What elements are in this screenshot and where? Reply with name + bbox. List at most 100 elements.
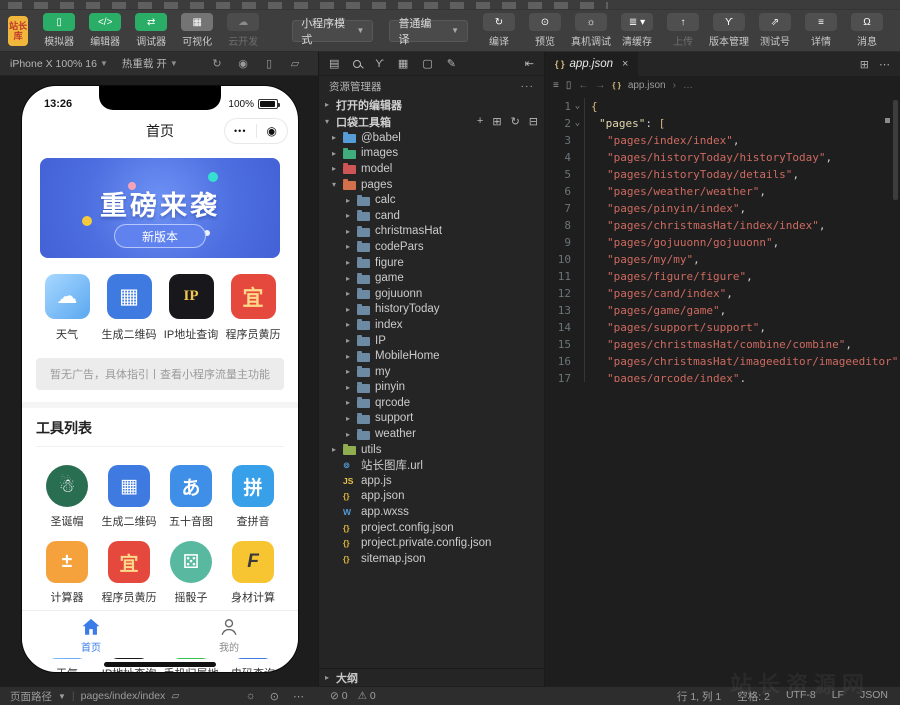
tab-my[interactable]: 我的 bbox=[160, 611, 298, 658]
toolbar-view-button[interactable]: </> 编辑器 bbox=[82, 13, 128, 48]
fold-icon[interactable] bbox=[571, 200, 584, 217]
split-editor-icon[interactable]: ⊞ bbox=[860, 58, 869, 71]
fold-icon[interactable] bbox=[571, 302, 584, 319]
code-area[interactable]: 1 ⌄ { 2 ⌄ "pages": [ 3 "pages/index/inde… bbox=[545, 94, 900, 382]
mode-select[interactable]: 小程序模式 ▼ bbox=[292, 20, 373, 42]
tab-home[interactable]: 首页 bbox=[22, 611, 160, 658]
toolbar-right-button[interactable]: ϒ 版本管理 bbox=[706, 13, 752, 48]
tree-item[interactable]: ▸ figure bbox=[319, 255, 544, 271]
tree-item[interactable]: W app.wxss bbox=[319, 504, 544, 520]
outline-section[interactable]: ▸ 大纲 bbox=[319, 668, 544, 686]
tree-item[interactable]: ▸ utils bbox=[319, 442, 544, 458]
git-branch-icon[interactable]: ϒ bbox=[375, 58, 384, 70]
tree-item[interactable]: ▸ index bbox=[319, 317, 544, 333]
tree-item[interactable]: {} project.private.config.json bbox=[319, 535, 544, 551]
tree-item[interactable]: ▸ historyToday bbox=[319, 302, 544, 318]
fold-icon[interactable]: ⌄ bbox=[571, 98, 584, 115]
page-path-label[interactable]: 页面路径 bbox=[10, 689, 52, 704]
new-folder-icon[interactable]: ⊞ bbox=[492, 115, 501, 128]
tool-grid-item[interactable]: ☃ 圣诞帽 bbox=[36, 465, 98, 529]
fold-icon[interactable] bbox=[571, 234, 584, 251]
quick-grid-item[interactable]: ▦ 生成二维码 bbox=[98, 274, 160, 342]
tool-grid-item[interactable]: F 身材计算 bbox=[222, 541, 284, 605]
project-section[interactable]: ▾ 口袋工具箱 + ⊞ ↻ ⊟ bbox=[319, 113, 544, 130]
fold-icon[interactable]: ⌄ bbox=[571, 115, 584, 132]
fold-icon[interactable] bbox=[571, 149, 584, 166]
more-actions-icon[interactable]: ··· bbox=[521, 80, 535, 92]
tree-item[interactable]: ▸ weather bbox=[319, 426, 544, 442]
screenshot-icon[interactable]: ▱ bbox=[282, 57, 308, 70]
toolbar-action-button[interactable]: ≣ ▾ 清缓存 bbox=[614, 13, 660, 48]
hot-reload-toggle[interactable]: 热重载 开 bbox=[122, 56, 167, 71]
fold-icon[interactable] bbox=[571, 183, 584, 200]
scrollbar[interactable] bbox=[893, 100, 898, 200]
bookmark-icon[interactable]: ▯ bbox=[566, 80, 572, 91]
status-item[interactable]: LF bbox=[832, 689, 844, 704]
tree-item[interactable]: ▸ support bbox=[319, 411, 544, 427]
collapse-sidebar-icon[interactable]: ⇤ bbox=[525, 57, 534, 70]
toolbar-view-button[interactable]: ▯ 模拟器 bbox=[36, 13, 82, 48]
tool-grid-item[interactable]: ▦ 生成二维码 bbox=[98, 465, 160, 529]
toolbar-right-button[interactable]: ≡ 详情 bbox=[798, 13, 844, 48]
tree-item[interactable]: ▸ codePars bbox=[319, 239, 544, 255]
new-file-icon[interactable]: + bbox=[477, 115, 483, 128]
tool-grid-item[interactable]: 拼 查拼音 bbox=[222, 465, 284, 529]
tree-item[interactable]: ▸ my bbox=[319, 364, 544, 380]
fold-icon[interactable] bbox=[571, 285, 584, 302]
quick-grid-item[interactable]: IP IP地址查询 bbox=[160, 274, 222, 342]
tree-item[interactable]: ▸ @babel bbox=[319, 130, 544, 146]
extensions-icon[interactable]: ▦ bbox=[398, 57, 408, 70]
forward-icon[interactable]: → bbox=[595, 80, 605, 91]
toolbar-action-button[interactable]: ☼ 真机调试 bbox=[568, 13, 614, 48]
files-icon[interactable]: ▤ bbox=[329, 57, 339, 70]
tool-grid-item[interactable]: ⚄ 摇骰子 bbox=[160, 541, 222, 605]
tab-app-json[interactable]: { } app.json × bbox=[545, 52, 638, 76]
new-version-button[interactable]: 新版本 bbox=[114, 224, 206, 248]
toolbar-view-button[interactable]: ☁ 云开发 bbox=[220, 13, 266, 48]
device-frame-icon[interactable]: ▯ bbox=[256, 57, 282, 70]
back-icon[interactable]: ← bbox=[578, 80, 588, 91]
fold-icon[interactable] bbox=[571, 251, 584, 268]
refresh-icon[interactable]: ↻ bbox=[204, 57, 230, 70]
capsule-menu[interactable]: ••• ◉ bbox=[224, 118, 288, 144]
toolbar-right-button[interactable]: Ω 消息 bbox=[844, 13, 890, 48]
fold-icon[interactable] bbox=[571, 166, 584, 183]
toolbar-action-button[interactable]: ↻ 编译 bbox=[476, 13, 522, 48]
fold-icon[interactable] bbox=[571, 217, 584, 234]
compile-select[interactable]: 普通编译 ▼ bbox=[389, 20, 468, 42]
fold-icon[interactable] bbox=[571, 370, 584, 382]
tree-item[interactable]: ▾ pages bbox=[319, 177, 544, 193]
toolbar-right-button[interactable]: ↑ 上传 bbox=[660, 13, 706, 48]
edit-icon[interactable]: ✎ bbox=[447, 57, 456, 70]
tree-item[interactable]: ▸ christmasHat bbox=[319, 224, 544, 240]
tree-item[interactable]: ▸ cand bbox=[319, 208, 544, 224]
tree-item[interactable]: ▸ model bbox=[319, 161, 544, 177]
outline-icon[interactable]: ≡ bbox=[553, 80, 559, 91]
record-icon[interactable]: ◉ bbox=[230, 57, 256, 70]
tree-item[interactable]: ▸ IP bbox=[319, 333, 544, 349]
tree-item[interactable]: ▸ gojuuonn bbox=[319, 286, 544, 302]
collapse-all-icon[interactable]: ⊟ bbox=[529, 115, 538, 128]
tree-item[interactable]: ▸ images bbox=[319, 146, 544, 162]
toolbar-view-button[interactable]: ⇄ 调试器 bbox=[128, 13, 174, 48]
copy-icon[interactable]: ▱ bbox=[171, 690, 179, 702]
open-editors-section[interactable]: ▸ 打开的编辑器 bbox=[319, 96, 544, 113]
tree-item[interactable]: {} app.json bbox=[319, 489, 544, 505]
close-icon[interactable]: × bbox=[622, 58, 628, 70]
more-icon[interactable]: ••• bbox=[225, 126, 256, 136]
more-icon[interactable]: ⋯ bbox=[293, 690, 304, 703]
fold-icon[interactable] bbox=[571, 353, 584, 370]
tree-item[interactable]: {} project.config.json bbox=[319, 520, 544, 536]
box-icon[interactable]: ▢ bbox=[422, 57, 432, 70]
status-item[interactable]: UTF-8 bbox=[786, 689, 816, 704]
fold-icon[interactable] bbox=[571, 319, 584, 336]
quick-grid-item[interactable]: 宜 程序员黄历 bbox=[222, 274, 284, 342]
toolbar-view-button[interactable]: ▦ 可视化 bbox=[174, 13, 220, 48]
refresh-icon[interactable]: ↻ bbox=[511, 115, 520, 128]
error-counter[interactable]: ⊘ 0 bbox=[330, 690, 348, 702]
more-actions-icon[interactable]: ⋯ bbox=[879, 58, 890, 71]
toolbar-right-button[interactable]: ⇗ 测试号 bbox=[752, 13, 798, 48]
device-select[interactable]: iPhone X 100% 16 bbox=[10, 58, 97, 70]
search-icon[interactable] bbox=[353, 60, 361, 68]
tree-item[interactable]: ⊚ 站长图库.url bbox=[319, 457, 544, 473]
